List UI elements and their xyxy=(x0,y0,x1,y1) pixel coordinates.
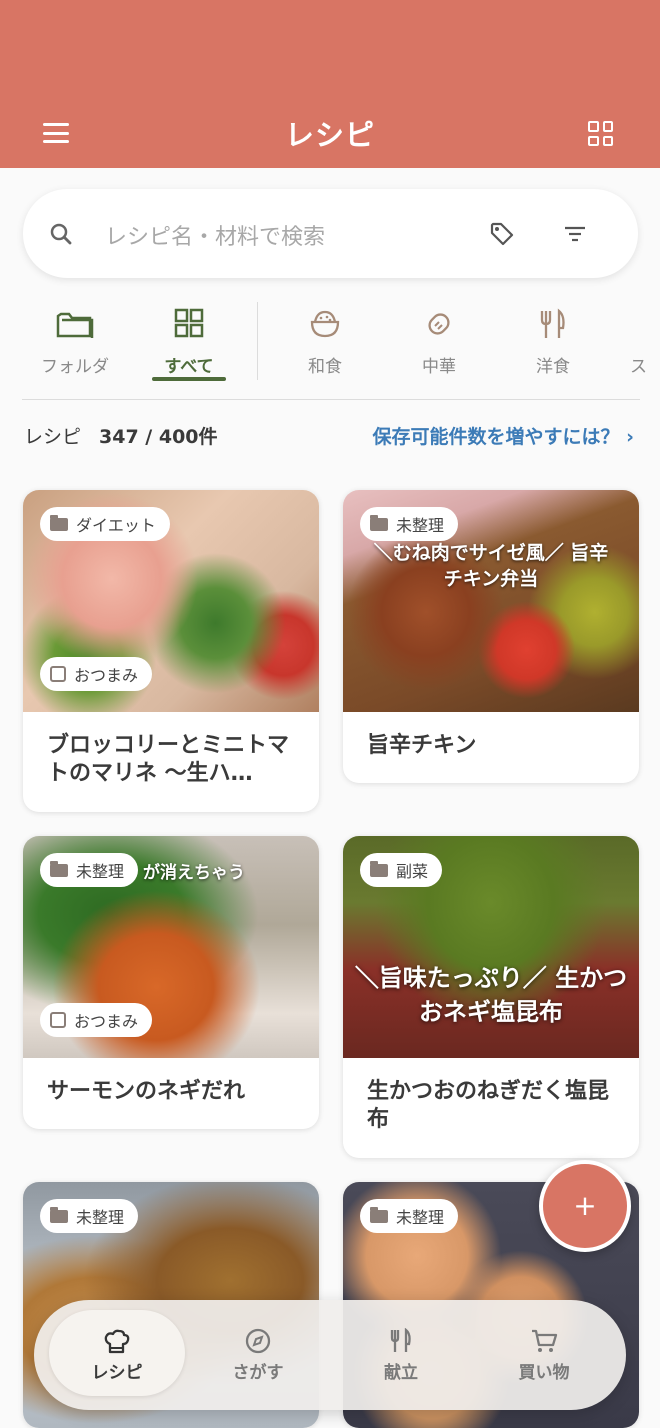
nav-recipes[interactable]: レシピ xyxy=(49,1310,185,1396)
bread-icon xyxy=(428,313,450,335)
add-recipe-button[interactable]: + xyxy=(539,1160,631,1252)
tab-japanese[interactable]: 和食 xyxy=(280,300,370,380)
recipe-name: 旨辛チキン xyxy=(367,733,477,758)
search-icon xyxy=(50,223,72,245)
tab-divider xyxy=(257,302,258,380)
cart-icon xyxy=(532,1329,558,1352)
image-overlay-text: が消えちゃう xyxy=(143,863,245,883)
bag-icon xyxy=(50,666,66,682)
chef-hat-icon xyxy=(104,1329,130,1354)
recipe-name: 生かつおのねぎだく塩昆布 xyxy=(367,1079,610,1132)
grid-icon xyxy=(174,308,204,338)
nav-label: 買い物 xyxy=(518,1363,570,1383)
nav-search[interactable]: さがす xyxy=(190,1300,326,1410)
app-header: レシピ xyxy=(0,0,660,168)
tab-label: 中華 xyxy=(422,357,456,377)
folder-chip: 副菜 xyxy=(360,853,443,887)
folder-icon xyxy=(370,1206,388,1223)
compass-icon xyxy=(245,1328,271,1354)
folder-icon xyxy=(50,514,68,531)
active-tab-indicator xyxy=(152,377,226,381)
nav-label: さがす xyxy=(232,1363,284,1383)
filter-icon[interactable] xyxy=(563,225,587,243)
nav-label: レシピ xyxy=(91,1363,143,1383)
image-overlay-text: ＼むね肉でサイゼ風／ 旨辛チキン弁当 xyxy=(373,542,609,590)
recipe-card[interactable]: ダイエット おつまみ ブロッコリーとミニトマトのマリネ ～生ハ… xyxy=(23,490,319,812)
tab-folder[interactable]: フォルダ xyxy=(30,300,120,380)
tab-label: すべて xyxy=(164,357,214,377)
folder-chip: 未整理 xyxy=(360,1199,459,1233)
recipe-card[interactable]: ＼旨味たっぷり／ 生かつおネギ塩昆布 副菜 生かつおのねぎだく塩昆布 xyxy=(343,836,639,1158)
recipe-name: サーモンのネギだれ xyxy=(47,1079,246,1104)
fork-knife-icon xyxy=(390,1328,411,1352)
folder-icon xyxy=(50,860,68,877)
folder-icon xyxy=(370,514,388,531)
section-divider xyxy=(22,399,640,400)
page-title: レシピ xyxy=(284,118,375,152)
folder-chip: 未整理 xyxy=(40,853,139,887)
tag-chip: おつまみ xyxy=(40,657,153,691)
tab-chinese[interactable]: 中華 xyxy=(394,300,484,380)
tab-more-partial[interactable]: ス xyxy=(630,352,647,377)
folder-icon xyxy=(56,312,94,338)
search-bar[interactable]: レシピ名・材料で検索 xyxy=(23,189,638,278)
folder-chip: 未整理 xyxy=(360,507,459,541)
bag-icon xyxy=(50,1012,66,1028)
bottom-navigation: レシピ さがす 献立 買い物 xyxy=(34,1300,626,1410)
nav-shopping[interactable]: 買い物 xyxy=(476,1300,612,1410)
folder-icon xyxy=(50,1206,68,1223)
tab-label: フォルダ xyxy=(41,357,109,377)
nav-menu-plan[interactable]: 献立 xyxy=(333,1300,469,1410)
tab-label: 和食 xyxy=(308,357,342,377)
tag-icon[interactable] xyxy=(489,221,515,247)
tab-label: 洋食 xyxy=(536,357,570,377)
rice-bowl-icon xyxy=(310,310,340,338)
folder-chip: 未整理 xyxy=(40,1199,139,1233)
recipe-count: レシピ 347 / 400件 xyxy=(24,426,218,448)
category-tabs: フォルダ すべて 和食 中華 洋食 ス xyxy=(0,300,660,400)
fork-knife-icon xyxy=(540,308,565,338)
upgrade-link[interactable]: 保存可能件数を増やすには？ › xyxy=(373,422,634,449)
grid-view-icon[interactable] xyxy=(588,121,613,146)
tab-all[interactable]: すべて xyxy=(144,300,234,380)
image-overlay-text: ＼旨味たっぷり／ 生かつおネギ塩昆布 xyxy=(354,964,628,1026)
recipe-name: ブロッコリーとミニトマトのマリネ ～生ハ… xyxy=(47,733,290,786)
tag-chip: おつまみ xyxy=(40,1003,153,1037)
recipe-card[interactable]: が消えちゃう 未整理 おつまみ サーモンのネギだれ xyxy=(23,836,319,1129)
tab-western[interactable]: 洋食 xyxy=(508,300,598,380)
folder-icon xyxy=(370,860,388,877)
nav-label: 献立 xyxy=(384,1363,418,1383)
recipe-card[interactable]: ＼むね肉でサイゼ風／ 旨辛チキン弁当 未整理 旨辛チキン xyxy=(343,490,639,783)
folder-chip: ダイエット xyxy=(40,507,170,541)
search-input[interactable]: レシピ名・材料で検索 xyxy=(105,219,325,251)
